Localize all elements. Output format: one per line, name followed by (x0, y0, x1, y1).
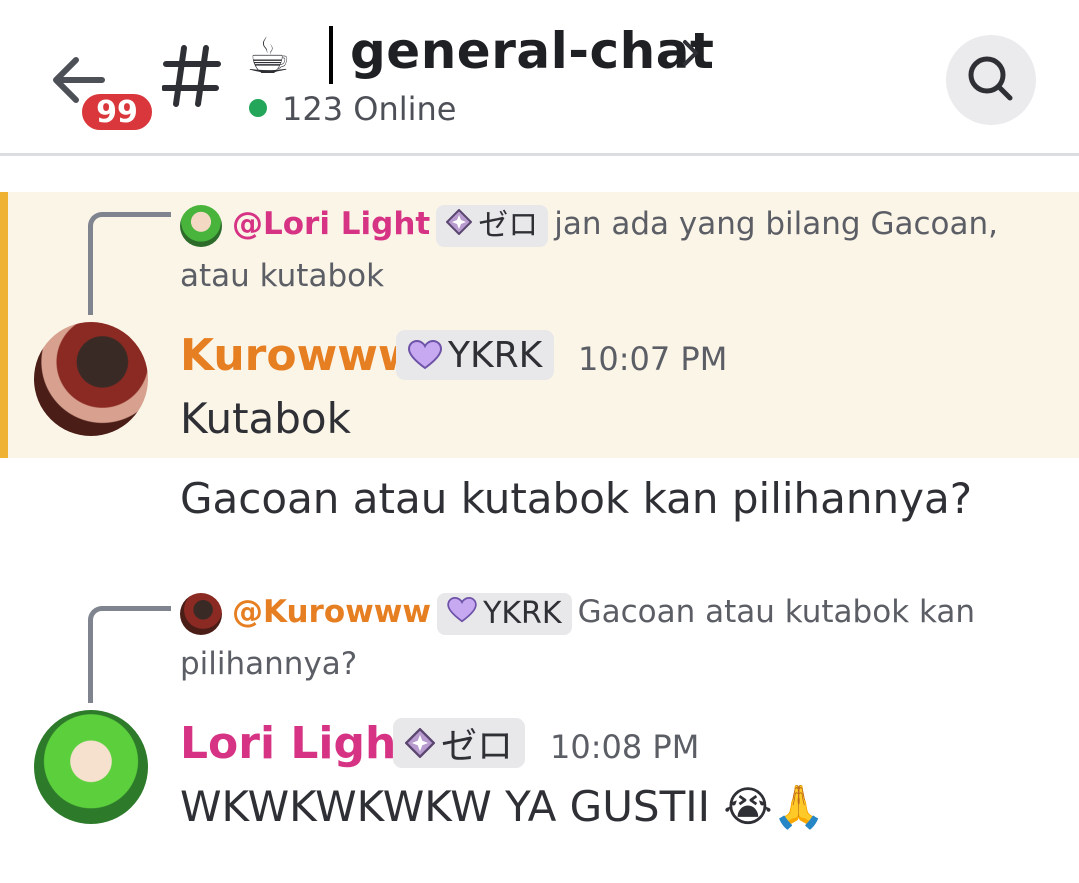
online-dot (249, 99, 267, 117)
message-text: WKWKWKWKW YA GUSTII 😭🙏 (180, 782, 825, 831)
message-timestamp: 10:07 PM (578, 340, 728, 378)
message-text: Gacoan atau kutabok kan pilihannya? (180, 474, 973, 523)
role-tag: YKRK (396, 330, 555, 380)
reply-text-line2: pilihannya? (180, 646, 358, 682)
role-tag: ゼロ (393, 718, 526, 768)
reply-text-line2: atau kutabok (180, 258, 385, 294)
reply-role-tag: ゼロ (436, 204, 549, 247)
title-divider (329, 26, 333, 84)
unread-badge: 99 (78, 90, 156, 134)
reply-preview[interactable]: @Kurowww YKRK Gacoan atau kutabok kan pilih… (180, 586, 1040, 690)
reply-role-text: ゼロ (478, 207, 539, 243)
reply-role-text: YKRK (483, 595, 562, 631)
channel-title[interactable]: general-chat (350, 22, 714, 80)
reply-role-tag: YKRK (437, 592, 572, 635)
reply-text-line1: jan ada yang bilang Gacoan, (554, 206, 998, 242)
role-tag-text: YKRK (448, 334, 543, 376)
search-button[interactable] (946, 35, 1036, 125)
chevron-right-icon[interactable] (680, 38, 702, 68)
message-author[interactable]: Lori Light (180, 718, 417, 769)
message-text: Kutabok (180, 394, 351, 443)
sparkle-diamond-icon (445, 200, 473, 252)
message-author[interactable]: Kurowww (180, 330, 419, 381)
purple-heart-icon (447, 588, 477, 640)
reply-author[interactable]: @Kurowww (232, 594, 431, 630)
purple-heart-icon (408, 340, 442, 370)
sparkle-diamond-icon (405, 728, 435, 758)
hash-icon (161, 40, 222, 110)
online-count: 123 Online (282, 90, 457, 128)
reply-avatar (180, 592, 222, 635)
reply-preview[interactable]: @Lori Light ゼロ jan ada yang bilang Gacoan,… (180, 198, 1040, 302)
avatar-kurowww[interactable] (34, 322, 148, 436)
channel-emoji: ☕ (246, 27, 291, 85)
reply-author[interactable]: @Lori Light (232, 206, 430, 242)
reply-spine (88, 606, 171, 703)
mention-highlight-bar (0, 192, 8, 458)
role-tag-text: ゼロ (441, 726, 514, 767)
channel-header: 99 ☕ general-chat 123 Online (0, 0, 1079, 156)
reply-avatar (180, 204, 222, 247)
reply-spine (88, 212, 171, 315)
reply-text-line1: Gacoan atau kutabok kan (577, 594, 976, 630)
avatar-lori-light[interactable] (34, 710, 148, 824)
message-timestamp: 10:08 PM (550, 728, 700, 766)
search-icon (968, 56, 1013, 101)
